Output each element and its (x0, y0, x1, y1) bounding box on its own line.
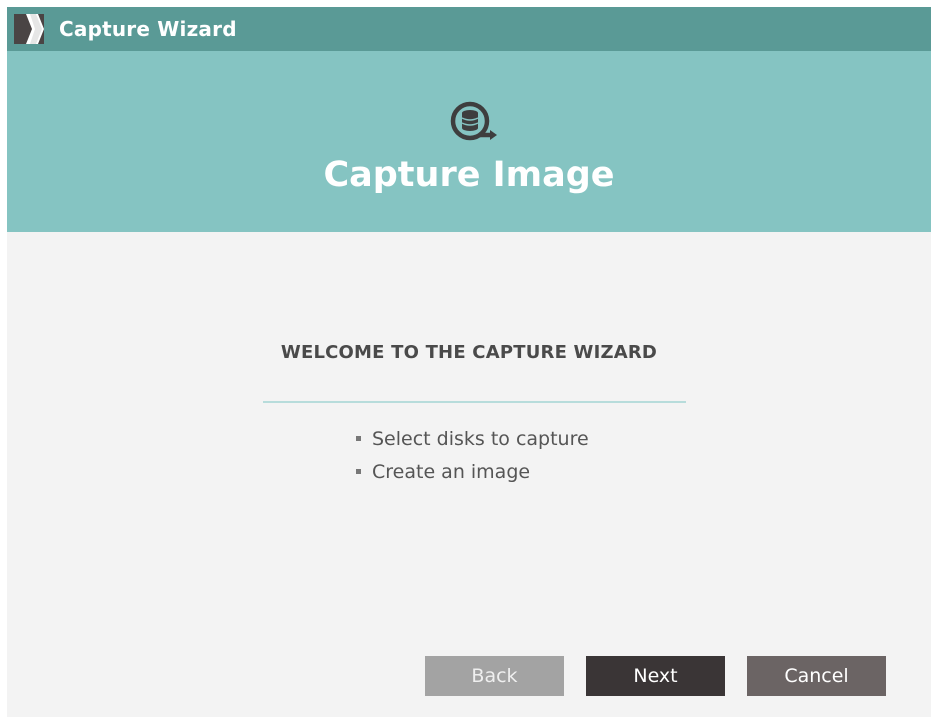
list-item: Create an image (356, 455, 589, 488)
back-button[interactable]: Back (425, 656, 564, 696)
banner-title: Capture Image (323, 155, 615, 195)
step-label: Select disks to capture (372, 427, 589, 450)
step-label: Create an image (372, 460, 531, 483)
bullet-icon (356, 436, 361, 441)
steps-list: Select disks to capture Create an image (356, 422, 589, 488)
cancel-button[interactable]: Cancel (747, 656, 886, 696)
bullet-icon (356, 469, 361, 474)
wizard-banner: Capture Image (7, 51, 931, 232)
app-logo-icon (14, 14, 44, 44)
title-bar: Capture Wizard (7, 7, 931, 51)
capture-wizard-window: Capture Wizard Capture Image WELCOME TO … (7, 7, 931, 717)
capture-disk-icon (450, 101, 497, 141)
window-title: Capture Wizard (59, 17, 237, 41)
list-item: Select disks to capture (356, 422, 589, 455)
heading-divider (263, 401, 686, 403)
next-button[interactable]: Next (586, 656, 725, 696)
welcome-heading: WELCOME TO THE CAPTURE WIZARD (280, 342, 658, 363)
wizard-content: WELCOME TO THE CAPTURE WIZARD Select dis… (7, 232, 931, 717)
